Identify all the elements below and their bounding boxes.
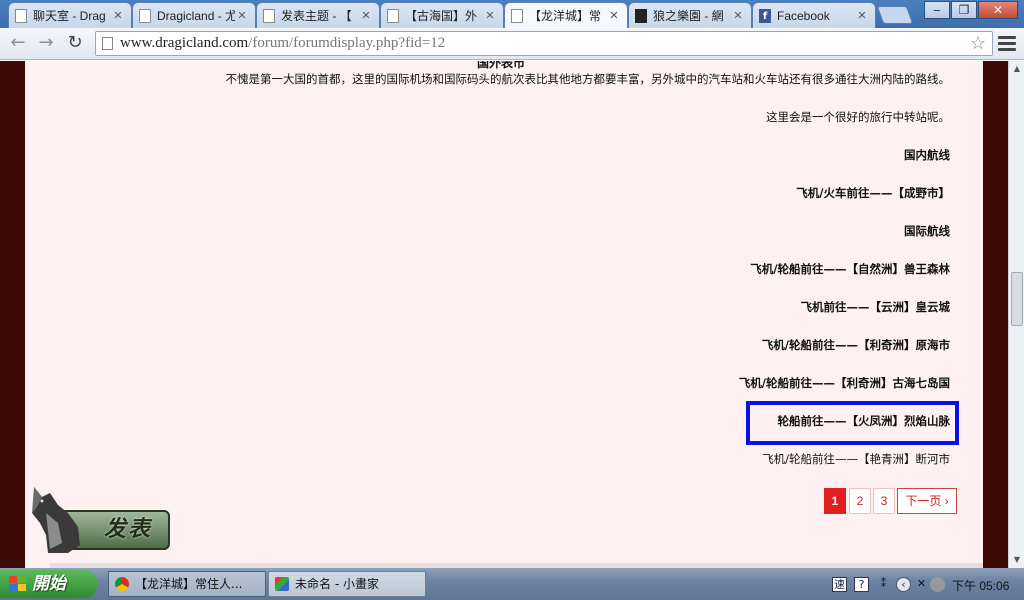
tab-new-post[interactable]: 发表主题 - 【 ✕ [256, 2, 380, 28]
maximize-button[interactable]: ❐ [951, 1, 977, 19]
url-path: /forum/forumdisplay.php?fid=12 [248, 35, 446, 51]
scroll-up-icon[interactable]: ▲ [1009, 61, 1024, 77]
highlight-box [746, 401, 959, 445]
international-heading: 国际航线 [904, 224, 950, 238]
close-icon[interactable]: ✕ [483, 9, 497, 22]
taskbar: 開始 【龙洋城】常住人... 未命名 - 小畫家 速 ? ⁑ ‹ ✕ 下午 05… [0, 568, 1024, 600]
tab-facebook[interactable]: f Facebook ✕ [752, 2, 876, 28]
network-icon[interactable]: ✕ [914, 577, 929, 592]
start-label: 開始 [32, 574, 66, 594]
tab-dragicland[interactable]: Dragicland - 尤 ✕ [132, 2, 256, 28]
scroll-down-icon[interactable]: ▼ [1009, 552, 1024, 568]
post-button-label: 发表 [104, 516, 153, 542]
page-link-current[interactable]: 1 [824, 488, 846, 514]
close-window-button[interactable]: ✕ [978, 1, 1018, 19]
route-item: 飞机/轮船前往——【自然洲】兽王森林 [750, 262, 950, 276]
new-tab-button[interactable] [876, 6, 914, 24]
ime-icon[interactable]: 速 [832, 577, 847, 592]
tab-title: Facebook [777, 8, 830, 23]
page-icon [102, 37, 113, 50]
chrome-icon [115, 577, 129, 591]
tab-chatroom[interactable]: 聊天室 - Drag ✕ [8, 2, 132, 28]
post-section-title: 国外表市 [477, 61, 526, 70]
tab-longyang-active[interactable]: 【龙洋城】常 ✕ [504, 2, 628, 28]
tab-wolf-paradise[interactable]: 狼之樂園 - 網 ✕ [628, 2, 752, 28]
close-icon[interactable]: ✕ [359, 9, 373, 22]
close-icon[interactable]: ✕ [235, 9, 249, 22]
paint-icon [275, 577, 289, 591]
route-item: 飞机前往——【云洲】皇云城 [800, 300, 951, 314]
next-page-button[interactable]: 下一页 › [897, 488, 957, 514]
windows-logo-icon [9, 576, 27, 592]
scroll-thumb[interactable] [1011, 272, 1023, 326]
taskbar-item-label: 未命名 - 小畫家 [295, 577, 379, 591]
domestic-heading: 国内航线 [904, 148, 950, 162]
clock: 下午 05:06 [952, 579, 1010, 593]
taskbar-item-paint[interactable]: 未命名 - 小畫家 [268, 571, 426, 597]
tab-strip: 聊天室 - Drag ✕ Dragicland - 尤 ✕ 发表主题 - 【 ✕… [0, 0, 1024, 28]
tab-title: Dragicland - 尤 [157, 9, 235, 23]
minimize-button[interactable]: ‒ [924, 1, 950, 19]
route-item: 飞机/轮船前往——【利奇洲】古海七岛国 [738, 376, 950, 390]
tray-expand-icon[interactable]: ‹ [896, 577, 911, 592]
tab-title: 【龙洋城】常 [529, 9, 602, 23]
page-icon [139, 8, 151, 23]
page-icon [15, 8, 27, 23]
taskbar-item-label: 【龙洋城】常住人... [135, 577, 243, 591]
tab-guhai[interactable]: 【古海国】外 ✕ [380, 2, 504, 28]
tab-title: 发表主题 - 【 [281, 9, 352, 23]
browser-toolbar: ← → ↻ www.dragicland.com/forum/forumdisp… [0, 28, 1024, 60]
wolf-icon [32, 487, 80, 553]
start-button[interactable]: 開始 [0, 570, 97, 598]
taskbar-item-chrome[interactable]: 【龙洋城】常住人... [108, 571, 266, 597]
transit-note: 这里会是一个很好的旅行中转站呢。 [766, 110, 950, 124]
menu-icon[interactable] [996, 34, 1018, 54]
page-viewport: 国外表市 不愧是第一大国的首都，这里的国际机场和国际码头的航次表比其他地方都要丰… [0, 61, 1008, 568]
tab-title: 聊天室 - Drag [33, 9, 106, 23]
page-icon [387, 8, 399, 23]
reload-button[interactable]: ↻ [63, 32, 87, 56]
volume-icon[interactable] [930, 577, 945, 592]
close-icon[interactable]: ✕ [607, 9, 621, 22]
close-icon[interactable]: ✕ [111, 9, 125, 22]
facebook-icon: f [759, 8, 771, 23]
wolf-icon [635, 8, 647, 23]
route-item: 飞机/轮船前往——【艳青洲】断河市 [762, 452, 950, 466]
vertical-scrollbar[interactable]: ▲ ▼ [1008, 61, 1024, 568]
help-icon[interactable]: ? [854, 577, 869, 592]
back-button[interactable]: ← [6, 32, 30, 56]
address-bar[interactable]: www.dragicland.com/forum/forumdisplay.ph… [95, 31, 993, 56]
route-item: 飞机/火车前往——【成野市】 [796, 186, 950, 200]
page-link[interactable]: 2 [849, 488, 871, 514]
page-icon [511, 8, 523, 23]
tab-title: 狼之樂園 - 網 [653, 9, 724, 23]
route-item: 飞机/轮船前往——【利奇洲】原海市 [761, 338, 950, 352]
tab-title: 【古海国】外 [405, 9, 478, 23]
new-post-button[interactable]: 发表 [28, 483, 170, 555]
intro-text: 不愧是第一大国的首都，这里的国际机场和国际码头的航次表比其他地方都要丰富，另外城… [225, 72, 951, 86]
page-icon [263, 8, 275, 23]
bookmark-star-icon[interactable]: ☆ [970, 32, 986, 55]
close-icon[interactable]: ✕ [855, 9, 869, 22]
input-method-icon[interactable]: ⁑ [876, 577, 891, 592]
url-host: www.dragicland.com [120, 35, 249, 51]
forward-button[interactable]: → [34, 32, 58, 56]
page-link[interactable]: 3 [873, 488, 895, 514]
close-icon[interactable]: ✕ [731, 9, 745, 22]
next-page-label: 下一页 [905, 494, 942, 508]
